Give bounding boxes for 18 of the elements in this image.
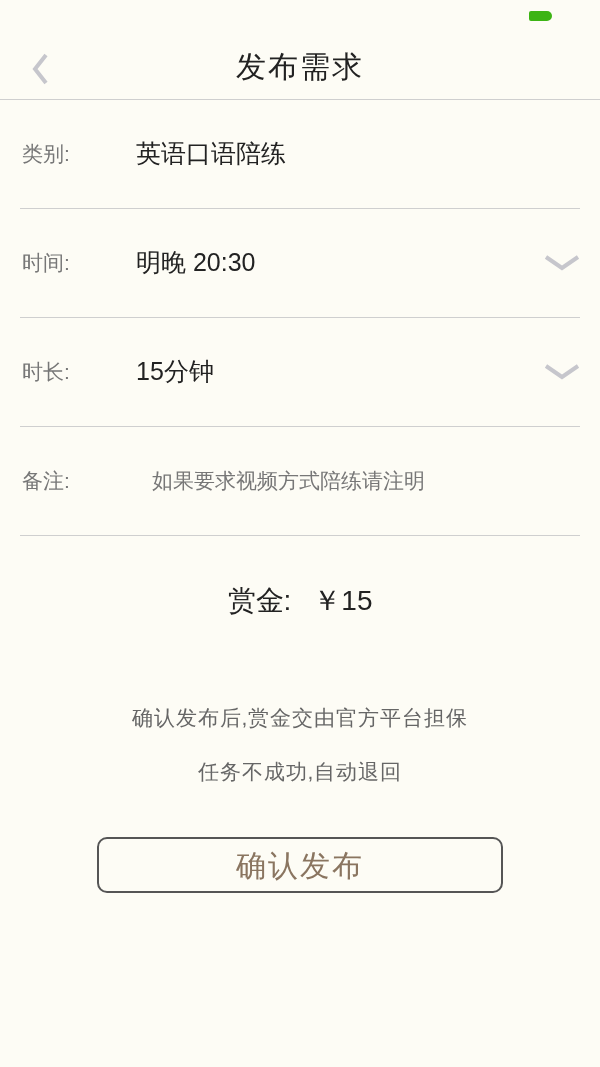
remark-field[interactable]: 如果要求视频方式陪练请注明 [136,461,580,501]
back-icon[interactable] [31,53,49,85]
field-label: 备注: [21,468,71,495]
field-label: 类别: [21,141,71,168]
notice-text: 任务不成功,自动退回 [197,758,403,785]
select-value[interactable]: 明晚 20:30 [136,244,544,282]
select-value[interactable]: 15分钟 [136,353,544,391]
chevron-down-icon[interactable] [544,363,580,381]
field-value: 英语口语陪练 [136,138,287,170]
battery-icon [529,11,552,21]
chevron-down-icon[interactable] [544,254,580,272]
confirm-button[interactable]: 确认发布 [97,837,503,893]
reward-amount: ￥15 [313,584,373,618]
field-label: 时间: [21,250,71,277]
notice-text: 确认发布后,赏金交由官方平台担保 [131,705,469,731]
page-title: 发布需求 [236,49,364,85]
field-label: 时长: [21,359,71,386]
reward-label: 赏金: [227,584,292,618]
